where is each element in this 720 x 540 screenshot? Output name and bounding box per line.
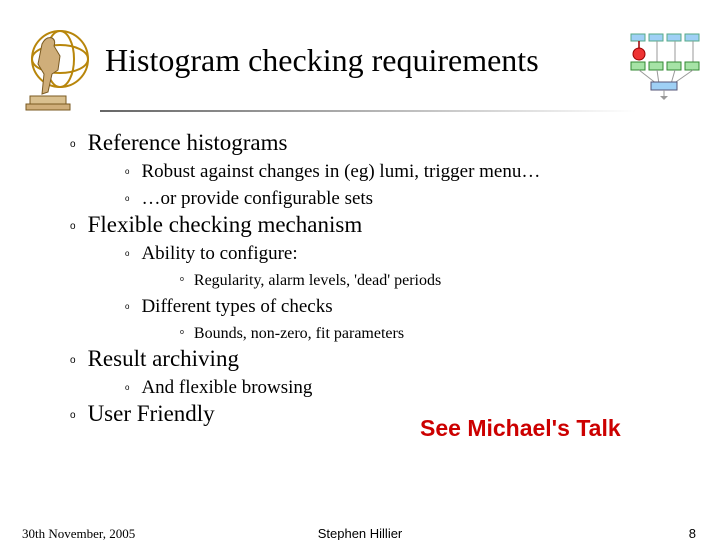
see-michaels-talk-callout: See Michael's Talk	[420, 415, 621, 442]
bullet-text: Reference histograms	[88, 130, 288, 155]
bullet-marker-icon: o	[70, 221, 76, 232]
footer-page-number: 8	[689, 526, 696, 540]
atlas-logo-icon	[20, 24, 95, 114]
bullet-text: Flexible checking mechanism	[88, 212, 363, 237]
bullet-robust: o Robust against changes in (eg) lumi, tr…	[125, 157, 690, 183]
slide-title: Histogram checking requirements	[105, 42, 539, 79]
bullet-marker-icon: o	[70, 355, 76, 366]
body-content: o Reference histograms o Robust against ch…	[70, 128, 690, 429]
bullet-result-archiving: o Result archiving o And flexible browsing	[70, 346, 690, 399]
processor-diagram-icon	[627, 32, 702, 102]
footer-author: Stephen Hillier	[0, 526, 720, 540]
slide: Histogram checking requirements	[0, 0, 720, 540]
bullet-marker-icon: o	[180, 329, 184, 336]
bullet-different-checks: o Different types of checks o Bounds, non-…	[125, 292, 690, 344]
bullet-text: Robust against changes in (eg) lumi, tri…	[141, 161, 540, 182]
bullet-marker-icon: o	[125, 194, 129, 203]
bullet-text: …or provide configurable sets	[141, 188, 373, 209]
bullet-marker-icon: o	[70, 410, 76, 421]
bullet-configurable-sets: o …or provide configurable sets	[125, 184, 690, 210]
bullet-reference-histograms: o Reference histograms o Robust against ch…	[70, 130, 690, 210]
bullet-marker-icon: o	[125, 249, 129, 258]
bullet-marker-icon: o	[125, 383, 129, 392]
bullet-marker-icon: o	[125, 167, 129, 176]
bullet-text: And flexible browsing	[141, 377, 312, 398]
bullet-text: Different types of checks	[141, 296, 332, 317]
bullet-marker-icon: o	[180, 276, 184, 283]
bullet-bounds: o Bounds, non-zero, fit parameters	[180, 318, 690, 344]
bullet-regularity: o Regularity, alarm levels, 'dead' period…	[180, 265, 690, 291]
bullet-text: Ability to configure:	[141, 243, 297, 264]
bullet-flexible-browsing: o And flexible browsing	[125, 373, 690, 399]
bullet-text: Regularity, alarm levels, 'dead' periods	[194, 272, 441, 289]
title-underline	[100, 110, 665, 112]
bullet-text: Result archiving	[88, 346, 239, 371]
bullet-text: User Friendly	[88, 401, 215, 426]
bullet-marker-icon: o	[70, 139, 76, 150]
bullet-marker-icon: o	[125, 302, 129, 311]
bullet-flexible-mechanism: o Flexible checking mechanism o Ability to…	[70, 212, 690, 344]
bullet-ability-configure: o Ability to configure: o Regularity, alar…	[125, 239, 690, 291]
bullet-text: Bounds, non-zero, fit parameters	[194, 325, 404, 342]
